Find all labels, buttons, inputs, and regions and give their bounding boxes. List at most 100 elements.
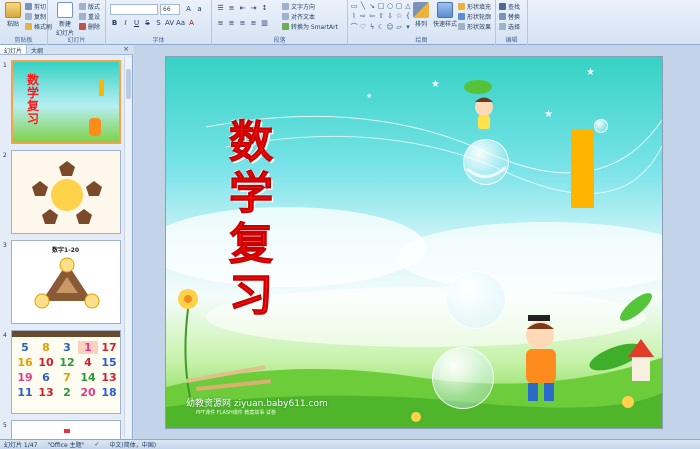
panel-scrollbar[interactable] — [124, 57, 131, 437]
oval-shape-icon[interactable]: ○ — [386, 2, 394, 11]
paste-button[interactable]: 粘贴 — [2, 2, 24, 28]
align-right-icon[interactable]: ≡ — [238, 19, 247, 28]
editing-group: 查找 替换 选择 编辑 — [496, 0, 528, 45]
star-decoration: ★ — [366, 92, 373, 100]
shape-fill-button[interactable]: 形状填充 — [458, 2, 491, 11]
left-arrow-shape-icon[interactable]: ⇦ — [368, 12, 376, 21]
grid-number: 15 — [101, 356, 117, 369]
replace-button[interactable]: 替换 — [499, 12, 520, 21]
close-icon[interactable]: × — [119, 45, 133, 54]
callout-shape-icon[interactable]: ▱ — [395, 23, 403, 32]
arrow-shape-icon[interactable]: ↘ — [368, 2, 376, 11]
drawing-label: 绘图 — [415, 37, 428, 44]
orange-placeholder-box[interactable] — [571, 129, 594, 208]
lightning-shape-icon[interactable]: ϟ — [368, 23, 376, 32]
tab-outline[interactable]: 大纲 — [27, 45, 47, 55]
paragraph-group: ☰ ≡ ⇤ ⇥ ↕ ≡ ≡ ≡ ≡ ▥ 文字方向 对齐文本 转换为 SmartArt 段… — [212, 0, 348, 45]
slide-thumbnail-1[interactable]: 数学复习 — [11, 60, 121, 144]
number-grid: 5 8 3 1 17 16 10 12 4 15 19 6 7 14 13 11… — [15, 341, 119, 399]
thumb-bar — [99, 80, 104, 96]
strikethrough-icon[interactable]: S — [143, 19, 152, 28]
bold-icon[interactable]: B — [110, 19, 119, 28]
down-arrow-shape-icon[interactable]: ⇩ — [386, 12, 394, 21]
justify-icon[interactable]: ≡ — [249, 19, 258, 28]
slide-thumbnail-3[interactable]: 数字1-20 — [11, 240, 121, 324]
shrink-font-icon[interactable]: a — [195, 5, 204, 14]
grid-number: 19 — [17, 371, 33, 384]
align-center-icon[interactable]: ≡ — [227, 19, 236, 28]
find-button[interactable]: 查找 — [499, 2, 520, 11]
slide-thumbnail-4[interactable]: 5 8 3 1 17 16 10 12 4 15 19 6 7 14 13 11… — [11, 330, 121, 414]
slide-thumbnail-2[interactable] — [11, 150, 121, 234]
indent-icon[interactable]: ⇥ — [249, 4, 258, 13]
grid-number: 14 — [80, 371, 96, 384]
spacing-icon[interactable]: AV — [165, 19, 174, 28]
line-shape-icon[interactable]: ╲ — [359, 2, 367, 11]
smiley-shape-icon[interactable]: ☺ — [386, 23, 394, 32]
moon-shape-icon[interactable]: ☾ — [377, 23, 385, 32]
font-size-box[interactable]: 66 — [160, 4, 180, 15]
font-name-box[interactable] — [110, 4, 158, 15]
cut-button[interactable]: 剪切 — [25, 2, 46, 11]
font-grow-shrink: Aa — [184, 5, 204, 14]
current-slide[interactable]: ★ ★ ★ ★ 数学复习 幼教资源网 ziyuan.baby611.com PP… — [165, 56, 663, 429]
rect-shape-icon[interactable]: □ — [377, 2, 385, 11]
bullets-icon[interactable]: ☰ — [216, 4, 225, 13]
shapes-gallery[interactable]: ▭ ╲ ↘ □ ○ ▢ △ ⌇ ⇨ ⇦ ⇧ ⇩ ☆{ ⌒ ♡ ϟ ☾ ☺ ▱ ▾ — [350, 2, 412, 32]
thumb-red-mark — [64, 429, 70, 433]
select-arrow-icon — [499, 23, 506, 30]
reset-icon — [79, 13, 86, 20]
arrange-button[interactable]: 排列 — [412, 2, 430, 28]
language-indicator[interactable]: 中文(简体，中国) — [109, 440, 156, 449]
text-direction-button[interactable]: 文字方向 — [282, 2, 315, 11]
align-left-icon[interactable]: ≡ — [216, 19, 225, 28]
bubble-decoration — [594, 119, 608, 133]
curve-shape-icon[interactable]: ⌒ — [350, 23, 358, 32]
grid-number: 20 — [80, 386, 96, 399]
quick-styles-button[interactable]: 快速样式 — [432, 2, 458, 28]
pentagon-diagram — [32, 161, 102, 224]
align-row: ≡ ≡ ≡ ≡ ▥ — [216, 19, 269, 28]
spellcheck-icon[interactable]: ✓ — [94, 441, 99, 448]
grid-number: 10 — [38, 356, 54, 369]
brace-shape-icon[interactable]: { — [404, 12, 412, 21]
line-spacing-icon[interactable]: ↕ — [260, 4, 269, 13]
heart-shape-icon[interactable]: ♡ — [359, 23, 367, 32]
select-button[interactable]: 选择 — [499, 22, 520, 31]
numbering-icon[interactable]: ≡ — [227, 4, 236, 13]
bubble-decoration — [446, 271, 506, 329]
delete-button[interactable]: 删除 — [79, 22, 100, 31]
smartart-button[interactable]: 转换为 SmartArt — [282, 22, 338, 31]
font-color-icon[interactable]: A — [187, 19, 196, 28]
rounded-rect-shape-icon[interactable]: ▢ — [395, 2, 403, 11]
text-box-shape-icon[interactable]: ▭ — [350, 2, 358, 11]
tab-slides[interactable]: 幻灯片 — [0, 45, 28, 55]
grid-number: 17 — [101, 341, 117, 354]
new-slide-button[interactable]: 新建 幻灯片 — [52, 2, 78, 37]
copy-button[interactable]: 复制 — [25, 12, 46, 21]
grid-number: 13 — [101, 371, 117, 384]
freeform-shape-icon[interactable]: ⌇ — [350, 12, 358, 21]
outdent-icon[interactable]: ⇤ — [238, 4, 247, 13]
grow-font-icon[interactable]: A — [184, 5, 193, 14]
scrollbar-thumb[interactable] — [126, 69, 131, 99]
shadow-icon[interactable]: S — [154, 19, 163, 28]
up-arrow-shape-icon[interactable]: ⇧ — [377, 12, 385, 21]
paste-icon — [5, 2, 21, 18]
slide-thumbnail-5[interactable] — [11, 420, 121, 439]
star-decoration: ★ — [586, 67, 595, 78]
right-arrow-shape-icon[interactable]: ⇨ — [359, 12, 367, 21]
underline-icon[interactable]: U — [132, 19, 141, 28]
triangle-shape-icon[interactable]: △ — [404, 2, 412, 11]
reset-button[interactable]: 重设 — [79, 12, 100, 21]
more-shapes-icon[interactable]: ▾ — [404, 23, 412, 32]
italic-icon[interactable]: I — [121, 19, 130, 28]
star-shape-icon[interactable]: ☆ — [395, 12, 403, 21]
shape-effects-button[interactable]: 形状效果 — [458, 22, 491, 31]
shape-outline-button[interactable]: 形状轮廓 — [458, 12, 491, 21]
slide-title[interactable]: 数学复习 — [214, 117, 288, 322]
layout-button[interactable]: 版式 — [79, 2, 100, 11]
columns-icon[interactable]: ▥ — [260, 19, 269, 28]
case-icon[interactable]: Aa — [176, 19, 185, 28]
align-text-button[interactable]: 对齐文本 — [282, 12, 315, 21]
